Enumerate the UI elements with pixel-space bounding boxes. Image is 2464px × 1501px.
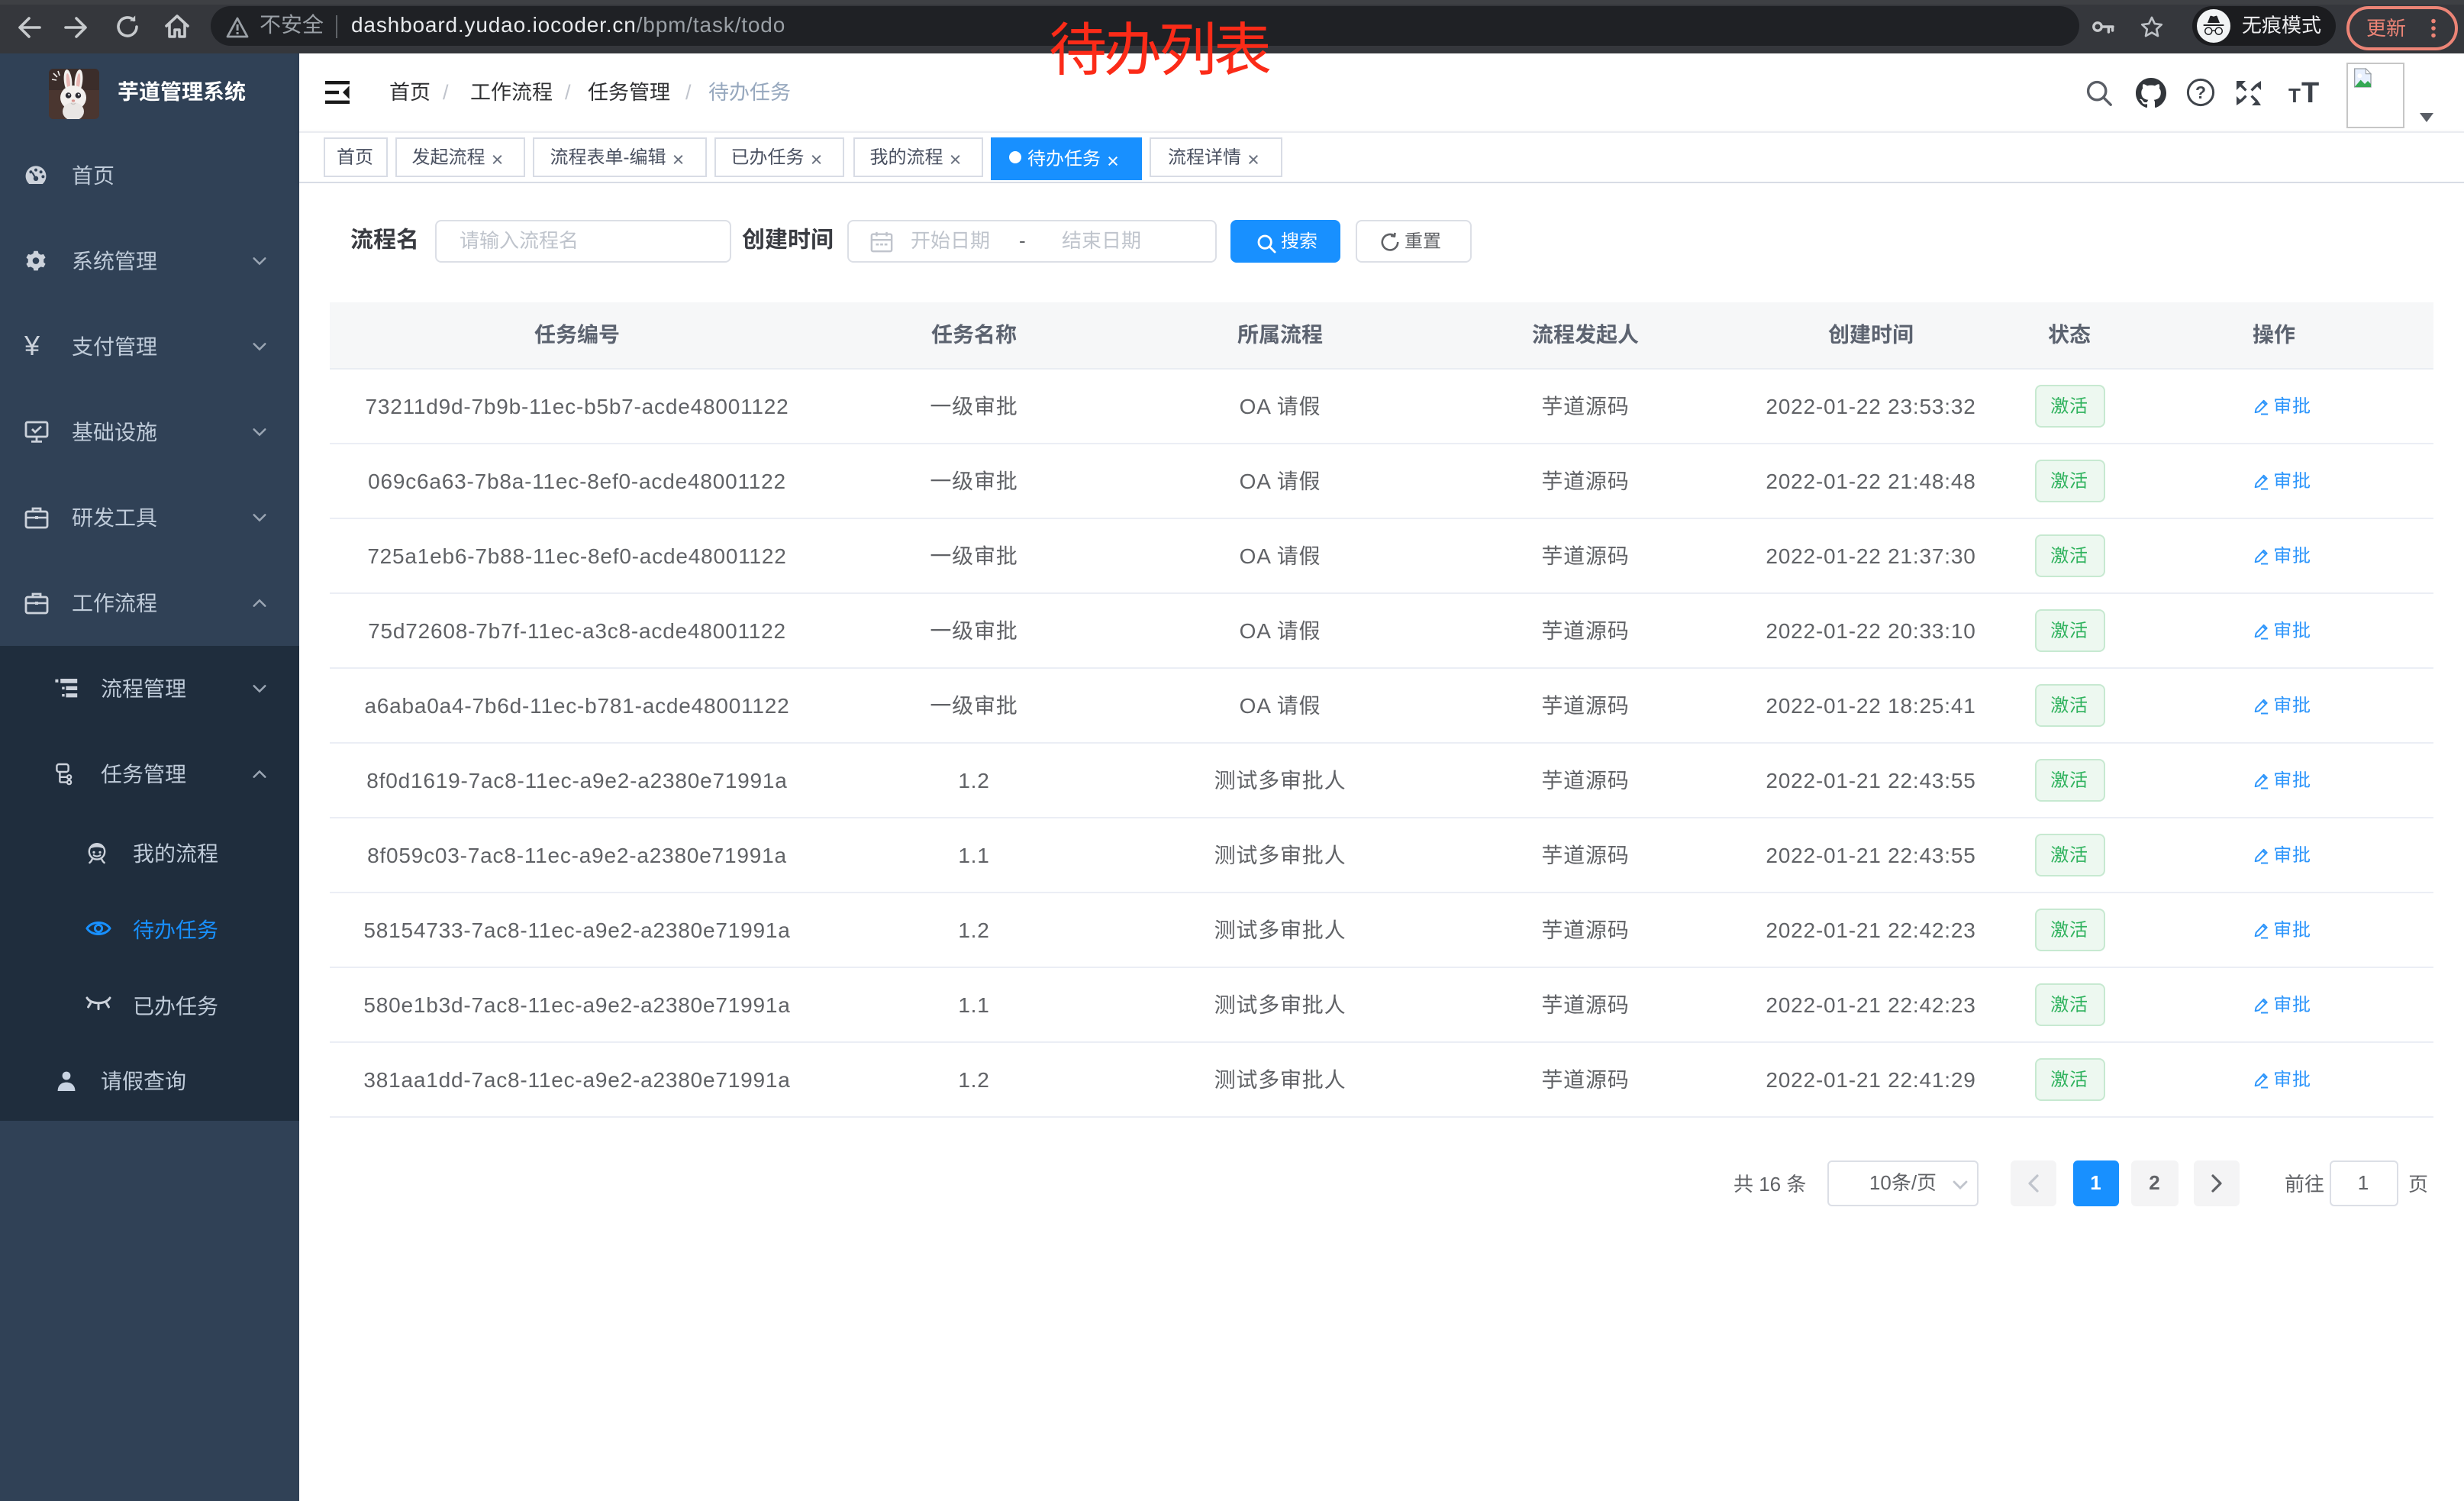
svg-text:T: T xyxy=(2301,78,2319,107)
svg-text:T: T xyxy=(2288,84,2301,107)
svg-text:?: ? xyxy=(2195,82,2206,102)
